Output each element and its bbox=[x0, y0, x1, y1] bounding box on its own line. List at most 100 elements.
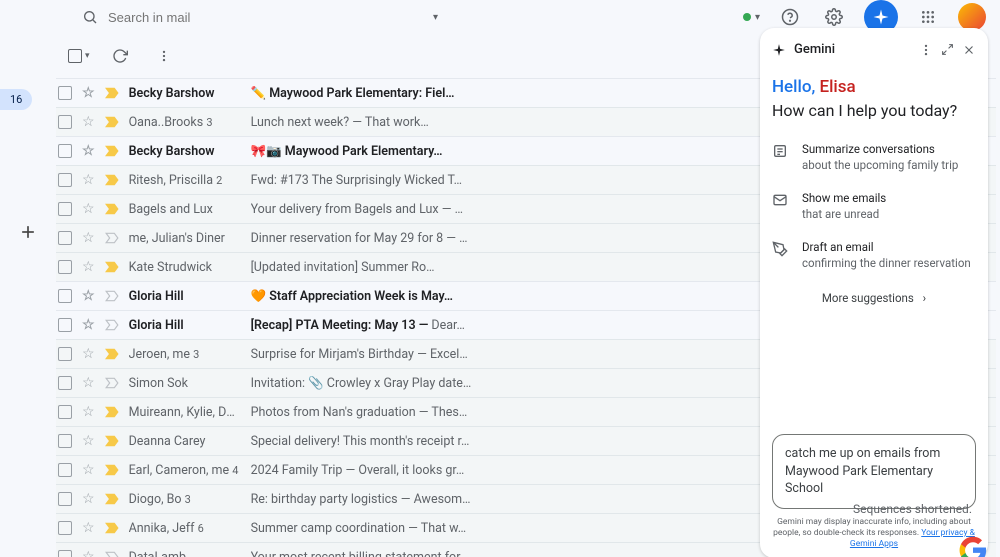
row-checkbox[interactable] bbox=[58, 492, 72, 506]
star-icon[interactable]: ☆ bbox=[82, 317, 95, 333]
draft-icon bbox=[772, 241, 790, 257]
row-checkbox[interactable] bbox=[58, 173, 72, 187]
star-icon[interactable]: ☆ bbox=[82, 549, 95, 557]
help-button[interactable] bbox=[776, 3, 804, 31]
gemini-expand-button[interactable] bbox=[941, 43, 954, 56]
left-rail: 16 bbox=[0, 34, 56, 557]
refresh-button[interactable] bbox=[106, 42, 134, 70]
star-icon[interactable]: ☆ bbox=[82, 85, 95, 101]
star-icon[interactable]: ☆ bbox=[82, 346, 95, 362]
nav-inbox-count[interactable]: 16 bbox=[0, 89, 32, 110]
row-checkbox[interactable] bbox=[58, 289, 72, 303]
star-icon[interactable]: ☆ bbox=[82, 230, 95, 246]
importance-marker-icon[interactable] bbox=[105, 261, 119, 273]
more-menu-button[interactable] bbox=[150, 42, 178, 70]
summarize-icon bbox=[772, 143, 790, 159]
star-icon[interactable]: ☆ bbox=[82, 201, 95, 217]
star-icon[interactable]: ☆ bbox=[82, 288, 95, 304]
star-icon[interactable]: ☆ bbox=[82, 433, 95, 449]
importance-marker-icon[interactable] bbox=[105, 464, 119, 476]
importance-marker-icon[interactable] bbox=[105, 116, 119, 128]
gemini-input[interactable]: catch me up on emails from Maywood Park … bbox=[772, 434, 976, 509]
importance-marker-icon[interactable] bbox=[105, 377, 119, 389]
suggestion-item[interactable]: Show me emailsthat are unread bbox=[772, 191, 976, 222]
google-logo-icon bbox=[958, 535, 988, 557]
caret-down-icon: ▾ bbox=[755, 12, 760, 23]
search-input[interactable] bbox=[108, 10, 423, 25]
row-checkbox[interactable] bbox=[58, 434, 72, 448]
gemini-greeting: Hello, Elisa bbox=[772, 77, 976, 97]
importance-marker-icon[interactable] bbox=[105, 522, 119, 534]
suggestion-item[interactable]: Summarize conversationsabout the upcomin… bbox=[772, 142, 976, 173]
importance-marker-icon[interactable] bbox=[105, 203, 119, 215]
importance-marker-icon[interactable] bbox=[105, 145, 119, 157]
apps-grid-button[interactable] bbox=[914, 3, 942, 31]
greeting-name: Elisa bbox=[820, 77, 856, 97]
row-checkbox[interactable] bbox=[58, 347, 72, 361]
gemini-panel: Gemini Hello, Elisa How can I help you t… bbox=[760, 28, 988, 557]
star-icon[interactable]: ☆ bbox=[82, 172, 95, 188]
suggestion-item[interactable]: Draft an emailconfirming the dinner rese… bbox=[772, 240, 976, 271]
importance-marker-icon[interactable] bbox=[105, 232, 119, 244]
suggestion-title: Draft an email bbox=[802, 240, 971, 256]
row-checkbox[interactable] bbox=[58, 376, 72, 390]
importance-marker-icon[interactable] bbox=[105, 174, 119, 186]
row-sender: Gloria Hill bbox=[129, 289, 241, 304]
star-icon[interactable]: ☆ bbox=[82, 491, 95, 507]
importance-marker-icon[interactable] bbox=[105, 87, 119, 99]
gemini-close-button[interactable] bbox=[962, 43, 976, 57]
select-all-checkbox[interactable]: ▾ bbox=[68, 49, 90, 63]
more-suggestions-button[interactable]: More suggestions › bbox=[772, 291, 976, 305]
compose-button[interactable] bbox=[10, 214, 46, 250]
row-checkbox[interactable] bbox=[58, 550, 72, 557]
row-checkbox[interactable] bbox=[58, 231, 72, 245]
star-icon[interactable]: ☆ bbox=[82, 404, 95, 420]
suggestion-sub: that are unread bbox=[802, 207, 886, 223]
suggestion-sub: about the upcoming family trip bbox=[802, 158, 958, 174]
row-checkbox[interactable] bbox=[58, 521, 72, 535]
mail-icon bbox=[772, 192, 790, 208]
row-checkbox[interactable] bbox=[58, 144, 72, 158]
row-checkbox[interactable] bbox=[58, 115, 72, 129]
importance-marker-icon[interactable] bbox=[105, 435, 119, 447]
more-suggestions-label: More suggestions bbox=[822, 291, 914, 305]
row-checkbox[interactable] bbox=[58, 202, 72, 216]
row-checkbox[interactable] bbox=[58, 318, 72, 332]
importance-marker-icon[interactable] bbox=[105, 406, 119, 418]
row-sender: Kate Strudwick bbox=[129, 260, 241, 275]
row-sender: Diogo, Bo 3 bbox=[129, 492, 241, 507]
star-icon[interactable]: ☆ bbox=[82, 259, 95, 275]
star-icon[interactable]: ☆ bbox=[82, 462, 95, 478]
suggestion-sub: confirming the dinner reservation bbox=[802, 256, 971, 272]
search-box[interactable]: ▾ bbox=[70, 1, 450, 33]
row-checkbox[interactable] bbox=[58, 260, 72, 274]
star-icon[interactable]: ☆ bbox=[82, 375, 95, 391]
importance-marker-icon[interactable] bbox=[105, 348, 119, 360]
star-icon[interactable]: ☆ bbox=[82, 520, 95, 536]
importance-marker-icon[interactable] bbox=[105, 290, 119, 302]
suggestion-title: Show me emails bbox=[802, 191, 886, 207]
greeting-hello: Hello, bbox=[772, 77, 815, 97]
search-dropdown-icon[interactable]: ▾ bbox=[433, 12, 438, 23]
star-icon[interactable]: ☆ bbox=[82, 143, 95, 159]
importance-marker-icon[interactable] bbox=[105, 551, 119, 557]
settings-button[interactable] bbox=[820, 3, 848, 31]
star-icon[interactable]: ☆ bbox=[82, 114, 95, 130]
gemini-menu-button[interactable] bbox=[919, 43, 933, 57]
row-checkbox[interactable] bbox=[58, 86, 72, 100]
row-checkbox[interactable] bbox=[58, 463, 72, 477]
row-sender: Earl, Cameron, me 4 bbox=[129, 463, 241, 478]
importance-marker-icon[interactable] bbox=[105, 493, 119, 505]
gemini-panel-title: Gemini bbox=[794, 42, 835, 57]
account-avatar[interactable] bbox=[958, 3, 986, 31]
sparkle-icon bbox=[772, 43, 786, 57]
presence-indicator[interactable]: ▾ bbox=[743, 12, 760, 23]
row-checkbox[interactable] bbox=[58, 405, 72, 419]
importance-marker-icon[interactable] bbox=[105, 319, 119, 331]
row-sender: Muireann, Kylie, David bbox=[129, 405, 241, 420]
chevron-right-icon: › bbox=[923, 291, 926, 305]
caret-down-icon: ▾ bbox=[85, 51, 90, 61]
row-sender: me, Julian's Diner bbox=[129, 231, 241, 246]
presence-dot-icon bbox=[743, 13, 751, 21]
row-sender: Bagels and Lux bbox=[129, 202, 241, 217]
